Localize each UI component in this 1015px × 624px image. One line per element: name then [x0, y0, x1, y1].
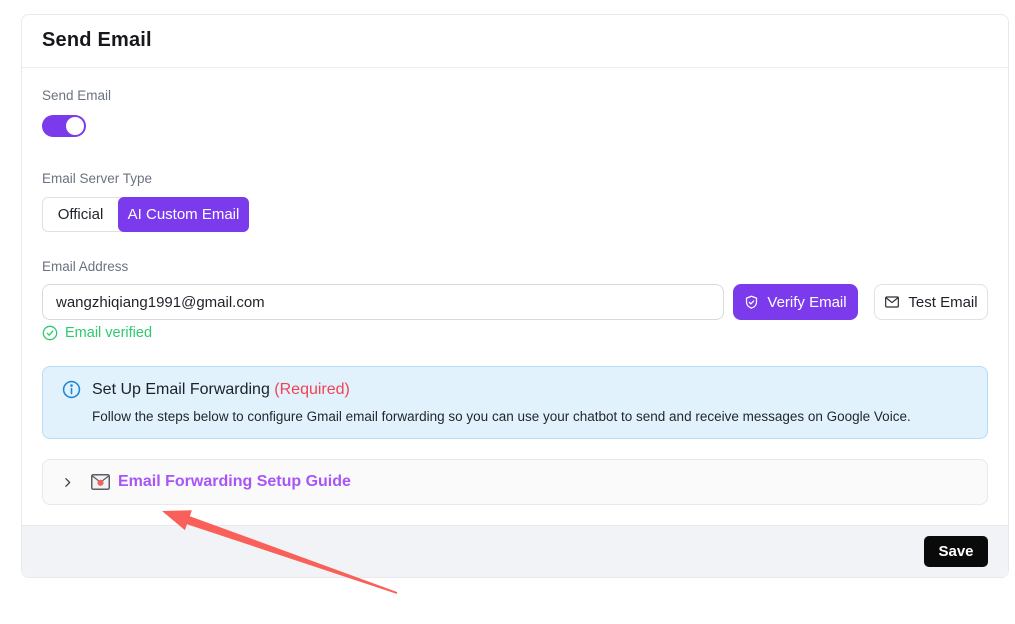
send-email-card: Send Email Send Email Email Server Type … — [21, 14, 1009, 578]
page-title: Send Email — [42, 29, 152, 51]
email-forwarding-info-box: Set Up Email Forwarding (Required) Follo… — [42, 366, 988, 439]
required-tag: (Required) — [274, 381, 350, 398]
email-server-type-segmented: Official AI Custom Email — [42, 197, 249, 232]
email-server-type-label: Email Server Type — [42, 171, 988, 187]
test-email-button[interactable]: Test Email — [874, 284, 988, 320]
card-header: Send Email — [22, 15, 1008, 68]
send-email-toggle-label: Send Email — [42, 88, 988, 104]
email-address-row: Verify Email Test Email — [42, 284, 988, 320]
shield-check-icon — [744, 295, 759, 310]
envelope-icon — [884, 294, 900, 310]
card-body: Send Email Email Server Type Official AI… — [22, 68, 1008, 525]
email-address-input[interactable] — [42, 284, 724, 320]
chevron-right-icon[interactable] — [61, 476, 74, 489]
toggle-knob — [66, 117, 84, 135]
info-box-title-text: Set Up Email Forwarding — [92, 381, 270, 398]
check-circle-icon — [42, 325, 58, 341]
email-forwarding-guide-expander[interactable]: Email Forwarding Setup Guide — [42, 459, 988, 505]
email-address-label: Email Address — [42, 259, 988, 275]
server-type-ai-custom-email-button[interactable]: AI Custom Email — [118, 197, 249, 232]
test-email-label: Test Email — [908, 294, 977, 311]
server-type-official-button[interactable]: Official — [43, 198, 118, 231]
envelope-red-dot-icon — [91, 474, 110, 490]
card-footer: Save — [22, 525, 1008, 577]
info-title-row: Set Up Email Forwarding (Required) — [62, 380, 969, 399]
verify-email-button[interactable]: Verify Email — [733, 284, 858, 320]
verify-email-label: Verify Email — [767, 294, 846, 311]
email-verified-status: Email verified — [42, 324, 988, 341]
info-box-description: Follow the steps below to configure Gmai… — [92, 409, 969, 424]
info-box-title: Set Up Email Forwarding (Required) — [92, 381, 350, 399]
info-icon — [62, 380, 81, 399]
save-button[interactable]: Save — [924, 536, 988, 567]
guide-title-link[interactable]: Email Forwarding Setup Guide — [118, 473, 351, 491]
email-verified-text: Email verified — [65, 325, 152, 341]
send-email-toggle[interactable] — [42, 115, 86, 137]
